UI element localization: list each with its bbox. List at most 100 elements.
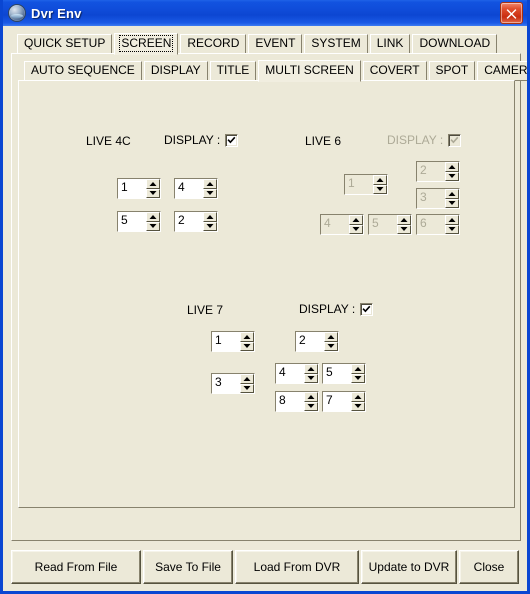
live-4c-cell-3-down-button[interactable] <box>146 221 160 231</box>
live-4c-cell-2-buttons <box>203 179 217 198</box>
live-4c-cell-2-down-button[interactable] <box>203 188 217 198</box>
tab-display[interactable]: DISPLAY <box>143 61 208 81</box>
primary-tab-strip: QUICK SETUP SCREEN RECORD EVENT SYSTEM L… <box>11 32 521 55</box>
tab-spot-label: SPOT <box>435 63 469 77</box>
live-4c-title: LIVE 4C <box>86 134 131 148</box>
live-7-cell-4-spinner[interactable]: 4 <box>275 363 319 384</box>
live-7-cell-4-buttons <box>304 364 318 383</box>
save-to-file-button[interactable]: Save To File <box>143 550 233 584</box>
live-7-cell-3-down-button[interactable] <box>240 383 254 393</box>
live-4c-cell-1-value[interactable]: 1 <box>118 179 146 198</box>
live-7-display-row: DISPLAY : <box>299 302 374 316</box>
live-7-cell-2-value[interactable]: 2 <box>296 332 324 351</box>
tab-record[interactable]: RECORD <box>180 34 247 54</box>
live-7-cell-7-down-button[interactable] <box>351 401 365 411</box>
live-7-cell-2-buttons <box>324 332 338 351</box>
screen-tab-panel: AUTO SEQUENCE DISPLAY TITLE MULTI SCREEN… <box>11 53 527 541</box>
live-7-cell-4-down-button[interactable] <box>304 373 318 383</box>
tab-camera[interactable]: CAMERA <box>477 61 528 81</box>
live-4c-cell-1-down-button[interactable] <box>146 188 160 198</box>
live-4c-cell-2-spinner[interactable]: 4 <box>174 178 218 199</box>
live-7-cell-6-up-button[interactable] <box>304 392 318 402</box>
live-6-cell-6-value: 6 <box>417 215 445 234</box>
live-7-cell-3-spinner[interactable]: 3 <box>211 373 255 394</box>
live-6-cell-3-spinner: 3 <box>416 188 460 209</box>
live-4c-cell-1-up-button[interactable] <box>146 179 160 189</box>
live-4c-cell-4-buttons <box>203 212 217 231</box>
load-from-dvr-button[interactable]: Load From DVR <box>235 550 359 584</box>
live-7-cell-3-up-button[interactable] <box>240 374 254 384</box>
live-4c-display-checkbox[interactable] <box>225 133 239 147</box>
live-4c-cell-1-spinner[interactable]: 1 <box>117 178 161 199</box>
tab-spot[interactable]: SPOT <box>428 61 476 81</box>
live-4c-cell-2-value[interactable]: 4 <box>175 179 203 198</box>
live-7-cell-2-spinner[interactable]: 2 <box>295 331 339 352</box>
tab-multi-screen-label: MULTI SCREEN <box>265 63 354 77</box>
live-4c-display-label: DISPLAY : <box>164 133 221 147</box>
live-7-cell-6-down-button[interactable] <box>304 401 318 411</box>
live-6-cell-1-spinner: 1 <box>344 174 388 195</box>
live-7-cell-5-up-button[interactable] <box>351 364 365 374</box>
live-7-display-checkbox[interactable] <box>360 302 374 316</box>
tab-quick-setup[interactable]: QUICK SETUP <box>17 34 113 54</box>
live-7-cell-1-buttons <box>240 332 254 351</box>
live-4c-cell-2-up-button[interactable] <box>203 179 217 189</box>
live-6-cell-6-down-button <box>445 224 459 234</box>
read-from-file-button[interactable]: Read From File <box>11 550 141 584</box>
live-7-cell-7-value[interactable]: 7 <box>323 392 351 411</box>
live-4c-cell-3-value[interactable]: 5 <box>118 212 146 231</box>
live-7-cell-1-up-button[interactable] <box>240 332 254 342</box>
live-6-cell-1-up-button <box>373 175 387 185</box>
live-7-title: LIVE 7 <box>187 303 224 317</box>
live-7-cell-4-up-button[interactable] <box>304 364 318 374</box>
live-7-cell-1-down-button[interactable] <box>240 341 254 351</box>
live-4c-cell-4-spinner[interactable]: 2 <box>174 211 218 232</box>
close-window-button[interactable] <box>500 2 523 24</box>
live-7-cell-7-spinner[interactable]: 7 <box>322 391 366 412</box>
app-globe-icon <box>8 4 26 22</box>
tab-system[interactable]: SYSTEM <box>304 34 368 54</box>
tab-multi-screen[interactable]: MULTI SCREEN <box>258 60 361 82</box>
tab-auto-sequence[interactable]: AUTO SEQUENCE <box>24 61 142 81</box>
client-area: QUICK SETUP SCREEN RECORD EVENT SYSTEM L… <box>3 26 527 591</box>
live-4c-cell-3-buttons <box>146 212 160 231</box>
window-title: Dvr Env <box>31 5 82 21</box>
live-6-cell-4-spinner: 4 <box>320 214 364 235</box>
live-7-cell-5-value[interactable]: 5 <box>323 364 351 383</box>
live-7-cell-2-down-button[interactable] <box>324 341 338 351</box>
live-7-cell-5-down-button[interactable] <box>351 373 365 383</box>
live-7-cell-3-value[interactable]: 3 <box>212 374 240 393</box>
live-7-cell-1-spinner[interactable]: 1 <box>211 331 255 352</box>
live-6-cell-5-down-button <box>397 224 411 234</box>
live-6-cell-1-value: 1 <box>345 175 373 194</box>
live-7-cell-5-spinner[interactable]: 5 <box>322 363 366 384</box>
live-6-cell-3-up-button <box>445 189 459 199</box>
live-7-cell-1-value[interactable]: 1 <box>212 332 240 351</box>
tab-event[interactable]: EVENT <box>248 34 303 54</box>
live-7-cell-4-value[interactable]: 4 <box>276 364 304 383</box>
update-to-dvr-label: Update to DVR <box>368 560 450 574</box>
read-from-file-label: Read From File <box>34 560 118 574</box>
tab-title[interactable]: TITLE <box>209 61 257 81</box>
live-4c-cell-3-spinner[interactable]: 5 <box>117 211 161 232</box>
tab-download[interactable]: DOWNLOAD <box>412 34 498 54</box>
tab-link[interactable]: LINK <box>369 34 411 54</box>
close-button[interactable]: Close <box>459 550 519 584</box>
secondary-tab-strip: AUTO SEQUENCE DISPLAY TITLE MULTI SCREEN… <box>18 59 527 82</box>
update-to-dvr-button[interactable]: Update to DVR <box>361 550 457 584</box>
live-6-cell-3-down-button <box>445 198 459 208</box>
live-4c-cell-4-value[interactable]: 2 <box>175 212 203 231</box>
live-7-cell-2-up-button[interactable] <box>324 332 338 342</box>
live-4c-cell-4-up-button[interactable] <box>203 212 217 222</box>
live-4c-cell-4-down-button[interactable] <box>203 221 217 231</box>
live-7-cell-3-buttons <box>240 374 254 393</box>
live-7-cell-6-spinner[interactable]: 8 <box>275 391 319 412</box>
tab-screen[interactable]: SCREEN <box>114 33 179 55</box>
tab-camera-label: CAMERA <box>484 63 528 77</box>
live-7-cell-7-up-button[interactable] <box>351 392 365 402</box>
live-7-cell-6-value[interactable]: 8 <box>276 392 304 411</box>
tab-quick-setup-label: QUICK SETUP <box>24 36 106 50</box>
tab-covert[interactable]: COVERT <box>362 61 427 81</box>
live-4c-cell-3-up-button[interactable] <box>146 212 160 222</box>
tab-screen-label: SCREEN <box>119 35 174 52</box>
